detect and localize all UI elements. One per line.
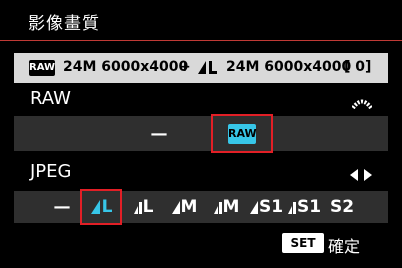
normal-quality-icon xyxy=(213,202,222,214)
fine-quality-icon xyxy=(90,200,100,214)
jpeg-option-medium-fine[interactable]: M xyxy=(164,191,204,223)
jpeg-option-medium-fine-label: M xyxy=(180,197,198,217)
left-right-arrows-icon xyxy=(350,166,372,185)
jpeg-option-small1-fine-label: S1 xyxy=(258,197,284,217)
page-title: 影像畫質 xyxy=(28,14,100,34)
raw-format-chip: RAW xyxy=(29,60,55,76)
jpeg-option-large-fine-label: L xyxy=(101,197,113,217)
jpeg-option-large-fine[interactable]: L xyxy=(80,189,122,225)
jpeg-option-small2[interactable]: S2 xyxy=(326,191,358,223)
confirm-label: 確定 xyxy=(328,237,361,256)
set-button-icon[interactable]: SET xyxy=(282,233,324,253)
title-divider xyxy=(0,40,402,41)
jpeg-size-text: 24M 6000x4000 xyxy=(226,59,352,75)
normal-quality-icon xyxy=(133,202,142,214)
jpeg-option-small2-label: S2 xyxy=(329,197,355,217)
raw-section-label: RAW xyxy=(30,88,71,109)
raw-options: — RAW xyxy=(14,114,388,153)
jpeg-option-none[interactable]: — xyxy=(44,191,80,223)
jpeg-option-large-normal-label: L xyxy=(142,197,154,217)
quality-summary: RAW 24M 6000x4000 + 24M 6000x4000 [ 0] xyxy=(14,53,388,83)
jpeg-options: — L L M M S1 S1 S2 xyxy=(14,189,388,225)
jpeg-option-large-normal[interactable]: L xyxy=(126,191,160,223)
jpeg-large-fine-icon xyxy=(197,59,219,79)
raw-option-raw-label: RAW xyxy=(228,123,257,144)
jpeg-option-medium-normal[interactable]: M xyxy=(206,191,246,223)
fine-quality-icon xyxy=(249,201,258,214)
jpeg-option-none-label: — xyxy=(53,197,71,217)
jpeg-section-label: JPEG xyxy=(30,161,72,182)
fine-quality-icon xyxy=(171,201,180,214)
title-bar: 影像畫質 xyxy=(0,0,402,41)
raw-option-none[interactable]: — xyxy=(139,116,179,151)
jpeg-option-small1-fine[interactable]: S1 xyxy=(248,191,284,223)
jpeg-option-small1-normal[interactable]: S1 xyxy=(286,191,322,223)
main-dial-icon xyxy=(351,94,373,113)
jpeg-option-medium-normal-label: M xyxy=(222,197,240,217)
raw-size-text: 24M 6000x4000 xyxy=(63,59,189,75)
jpeg-option-small1-normal-label: S1 xyxy=(296,197,322,217)
plus-sign: + xyxy=(179,59,191,75)
raw-option-none-label: — xyxy=(150,123,168,144)
normal-quality-icon xyxy=(287,202,296,214)
shots-remaining: [ 0] xyxy=(344,59,372,75)
raw-option-raw[interactable]: RAW xyxy=(211,114,273,153)
